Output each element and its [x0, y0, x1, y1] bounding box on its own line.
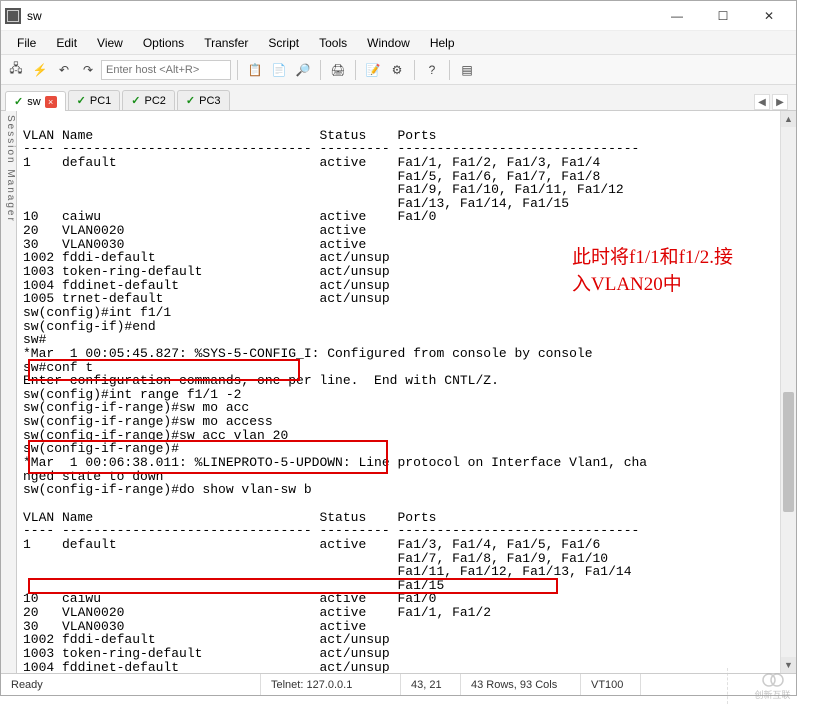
- scrollbar[interactable]: ▲ ▼: [780, 111, 796, 673]
- scroll-thumb[interactable]: [783, 392, 794, 512]
- status-term: VT100: [581, 674, 641, 695]
- session-manager-tab[interactable]: Session Manager: [1, 111, 17, 673]
- tab-scroll: ◀ ▶: [754, 94, 792, 110]
- watermark-text: 创新互联: [754, 688, 790, 701]
- tab-pc2[interactable]: ✓ PC2: [122, 90, 175, 110]
- statusbar: Ready Telnet: 127.0.0.1 43, 21 43 Rows, …: [1, 673, 796, 695]
- logo-icon: [761, 672, 785, 688]
- tab-close-icon[interactable]: ×: [45, 96, 57, 108]
- menu-edit[interactable]: Edit: [48, 34, 85, 52]
- menu-window[interactable]: Window: [359, 34, 418, 52]
- window-title: sw: [27, 9, 654, 23]
- menubar: FileEditViewOptionsTransferScriptToolsWi…: [1, 31, 796, 55]
- annotation-text: 此时将f1/1和f1/2.接 入VLAN20中: [572, 245, 733, 298]
- watermark: 创新互联: [727, 668, 817, 704]
- tab-pc1[interactable]: ✓ PC1: [68, 90, 121, 110]
- tab-left-icon[interactable]: ◀: [754, 94, 770, 110]
- help-icon[interactable]: ?: [421, 59, 443, 81]
- status-size: 43 Rows, 93 Cols: [461, 674, 581, 695]
- toolbar: 🖧 ⚡ ↶ ↷ 📋 📄 🔎 🖨 📝 ⚙ ? ▤: [1, 55, 796, 85]
- find-icon[interactable]: 🔎: [292, 59, 314, 81]
- check-icon: ✓: [14, 95, 23, 108]
- status-cursor: 43, 21: [401, 674, 461, 695]
- check-icon: ✓: [131, 94, 140, 107]
- titlebar: sw — ☐ ✕: [1, 1, 796, 31]
- tab-label: PC3: [199, 95, 220, 107]
- window-controls: — ☐ ✕: [654, 2, 792, 30]
- separator: [355, 60, 356, 80]
- menu-help[interactable]: Help: [422, 34, 463, 52]
- check-icon: ✓: [186, 94, 195, 107]
- annotation-line1: 此时将f1/1和f1/2.接: [572, 247, 733, 268]
- properties-icon[interactable]: 📝: [362, 59, 384, 81]
- host-input[interactable]: [101, 60, 231, 80]
- tab-pc3[interactable]: ✓ PC3: [177, 90, 230, 110]
- minimize-button[interactable]: —: [654, 2, 700, 30]
- menu-options[interactable]: Options: [135, 34, 192, 52]
- menu-transfer[interactable]: Transfer: [196, 34, 256, 52]
- tab-sw[interactable]: ✓ sw ×: [5, 91, 66, 111]
- tab-label: sw: [27, 96, 40, 108]
- app-icon: [5, 8, 21, 24]
- scroll-track[interactable]: [781, 127, 796, 657]
- toggle-icon[interactable]: ▤: [456, 59, 478, 81]
- tab-right-icon[interactable]: ▶: [772, 94, 788, 110]
- menu-tools[interactable]: Tools: [311, 34, 355, 52]
- separator: [414, 60, 415, 80]
- tab-label: PC1: [90, 95, 111, 107]
- tabbar: ✓ sw × ✓ PC1 ✓ PC2 ✓ PC3 ◀ ▶: [1, 85, 796, 111]
- print-icon[interactable]: 🖨: [327, 59, 349, 81]
- menu-script[interactable]: Script: [260, 34, 307, 52]
- separator: [320, 60, 321, 80]
- close-button[interactable]: ✕: [746, 2, 792, 30]
- options-icon[interactable]: ⚙: [386, 59, 408, 81]
- menu-view[interactable]: View: [89, 34, 131, 52]
- quick-connect-icon[interactable]: ⚡: [29, 59, 51, 81]
- connect-icon[interactable]: 🖧: [5, 59, 27, 81]
- app-window: sw — ☐ ✕ FileEditViewOptionsTransferScri…: [0, 0, 797, 696]
- check-icon: ✓: [77, 94, 86, 107]
- disconnect-icon[interactable]: ↶: [53, 59, 75, 81]
- status-connection: Telnet: 127.0.0.1: [261, 674, 401, 695]
- maximize-button[interactable]: ☐: [700, 2, 746, 30]
- status-ready: Ready: [1, 674, 261, 695]
- terminal-output[interactable]: VLAN Name Status Ports ---- ------------…: [17, 111, 796, 673]
- annotation-line2: 入VLAN20中: [572, 274, 682, 295]
- menu-file[interactable]: File: [9, 34, 44, 52]
- paste-icon[interactable]: 📄: [268, 59, 290, 81]
- separator: [449, 60, 450, 80]
- reconnect-icon[interactable]: ↷: [77, 59, 99, 81]
- separator: [237, 60, 238, 80]
- tab-label: PC2: [145, 95, 166, 107]
- terminal-pane: VLAN Name Status Ports ---- ------------…: [17, 111, 796, 673]
- content-area: Session Manager VLAN Name Status Ports -…: [1, 111, 796, 673]
- scroll-up-icon[interactable]: ▲: [781, 111, 796, 127]
- copy-icon[interactable]: 📋: [244, 59, 266, 81]
